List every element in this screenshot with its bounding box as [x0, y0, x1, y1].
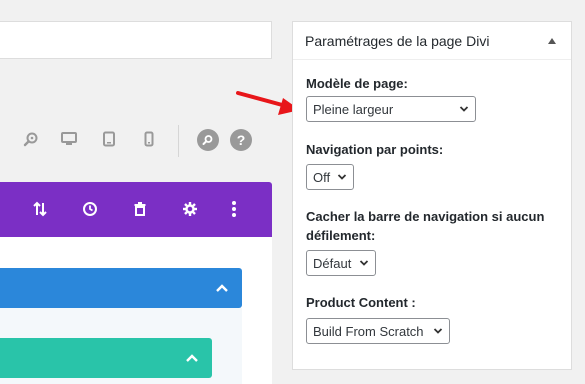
module-header-teal[interactable]: [0, 338, 212, 378]
hide-nav-value: Défaut: [313, 255, 352, 271]
page-layout-label: Modèle de page:: [306, 76, 408, 91]
tablet-icon[interactable]: [99, 129, 119, 149]
chevron-up-icon[interactable]: [182, 348, 202, 368]
chevron-down-icon: [337, 174, 347, 180]
dot-navigation-value: Off: [313, 169, 331, 185]
dot-navigation-label: Navigation par points:: [306, 142, 444, 157]
chevron-down-icon: [359, 260, 369, 266]
more-icon[interactable]: [224, 199, 244, 219]
dot-navigation-select[interactable]: Off: [306, 164, 354, 190]
zoom-icon[interactable]: [21, 129, 41, 149]
post-title-input[interactable]: [0, 21, 272, 59]
hide-nav-select[interactable]: Défaut: [306, 250, 376, 276]
page-layout-select[interactable]: Pleine largeur: [306, 96, 476, 122]
help-icon-glyph: ?: [236, 132, 246, 148]
hide-nav-label: Cacher la barre de navigation si aucun d…: [306, 209, 545, 243]
help-icon[interactable]: ?: [230, 129, 252, 151]
sort-icon[interactable]: [30, 199, 50, 219]
chevron-up-icon[interactable]: [212, 278, 232, 298]
search-icon[interactable]: [197, 129, 219, 151]
collapse-toggle-icon[interactable]: [545, 34, 559, 48]
phone-icon[interactable]: [139, 129, 159, 149]
gear-icon[interactable]: [180, 199, 200, 219]
product-content-select[interactable]: Build From Scratch: [306, 318, 450, 344]
section-settings-bar: [0, 182, 272, 237]
row-header-blue[interactable]: [0, 268, 242, 308]
panel-header[interactable]: Paramétrages de la page Divi: [293, 22, 571, 60]
desktop-icon[interactable]: [59, 129, 79, 149]
divi-page-settings-panel: Paramétrages de la page Divi Modèle de p…: [292, 21, 572, 370]
panel-title: Paramétrages de la page Divi: [305, 32, 490, 49]
page-layout-value: Pleine largeur: [313, 101, 394, 117]
trash-icon[interactable]: [130, 199, 150, 219]
chevron-down-icon: [459, 106, 469, 112]
chevron-down-icon: [433, 328, 443, 334]
product-content-label: Product Content :: [306, 295, 416, 310]
product-content-value: Build From Scratch: [313, 323, 424, 339]
toolbar-divider: [178, 125, 179, 157]
history-icon[interactable]: [80, 199, 100, 219]
